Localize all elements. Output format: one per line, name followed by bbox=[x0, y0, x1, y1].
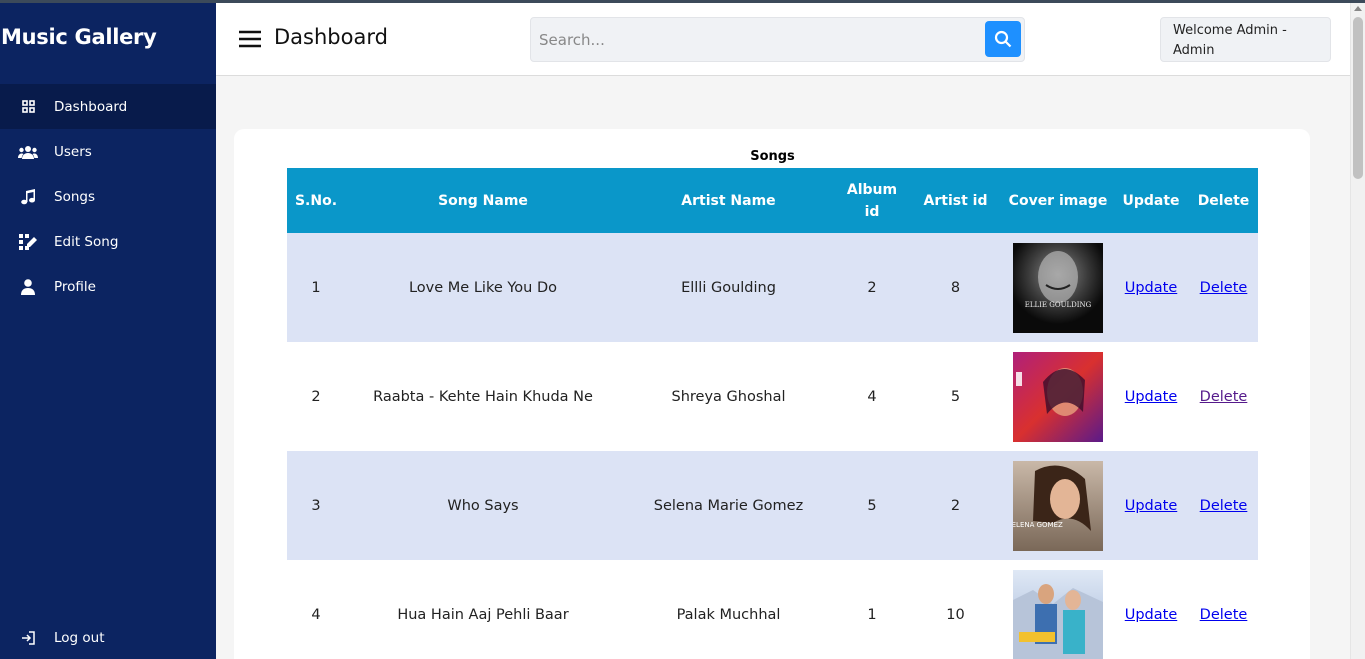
update-link[interactable]: Update bbox=[1125, 498, 1178, 514]
table-row: 2 Raabta - Kehte Hain Khuda Ne Shreya Gh… bbox=[287, 342, 1258, 451]
cover-image: SELENA GOMEZ bbox=[1013, 460, 1103, 551]
cell-album-id: 1 bbox=[836, 560, 908, 659]
search-box bbox=[530, 17, 1025, 62]
delete-link[interactable]: Delete bbox=[1200, 389, 1248, 405]
cell-artist-name: Ellli Goulding bbox=[621, 233, 836, 342]
cover-image bbox=[1013, 351, 1103, 442]
cell-artist-id: 8 bbox=[908, 233, 1003, 342]
sidebar-item-songs[interactable]: Songs bbox=[0, 174, 216, 219]
scroll-thumb[interactable] bbox=[1353, 17, 1363, 179]
col-header-cover-image: Cover image bbox=[1003, 168, 1113, 233]
table-row: 3 Who Says Selena Marie Gomez 5 2 SELENA… bbox=[287, 451, 1258, 560]
cell-sno: 1 bbox=[287, 233, 345, 342]
hamburger-menu-icon[interactable] bbox=[238, 27, 262, 51]
col-header-song-name: Song Name bbox=[345, 168, 621, 233]
cover-text: SELENA GOMEZ bbox=[1013, 521, 1063, 529]
cell-cover-image bbox=[1003, 342, 1113, 451]
sidebar-item-edit-song[interactable]: Edit Song bbox=[0, 219, 216, 264]
search-input[interactable] bbox=[539, 27, 969, 53]
search-icon bbox=[994, 30, 1012, 48]
cell-delete: Delete bbox=[1189, 451, 1258, 560]
cover-image bbox=[1013, 569, 1103, 659]
cell-delete: Delete bbox=[1189, 342, 1258, 451]
sidebar-item-label: Users bbox=[54, 143, 92, 160]
table-row: 4 Hua Hain Aaj Pehli Baar Palak Muchhal … bbox=[287, 560, 1258, 659]
cell-update: Update bbox=[1113, 342, 1189, 451]
logout-label: Log out bbox=[54, 629, 105, 646]
cell-song-name: Raabta - Kehte Hain Khuda Ne bbox=[345, 342, 621, 451]
user-icon bbox=[18, 277, 38, 297]
col-header-artist-id: Artist id bbox=[908, 168, 1003, 233]
cell-album-id: 4 bbox=[836, 342, 908, 451]
brand-title: Music Gallery bbox=[1, 25, 157, 49]
window-top-border bbox=[0, 0, 1365, 3]
sidebar-item-label: Songs bbox=[54, 188, 95, 205]
users-icon bbox=[18, 142, 38, 162]
delete-link[interactable]: Delete bbox=[1200, 607, 1248, 623]
update-link[interactable]: Update bbox=[1125, 389, 1178, 405]
cell-sno: 4 bbox=[287, 560, 345, 659]
cell-update: Update bbox=[1113, 451, 1189, 560]
cell-song-name: Love Me Like You Do bbox=[345, 233, 621, 342]
edit-song-icon bbox=[18, 232, 38, 252]
welcome-user[interactable]: Welcome Admin - Admin bbox=[1160, 17, 1331, 62]
cell-cover-image: ELLIE GOULDING bbox=[1003, 233, 1113, 342]
cell-artist-name: Shreya Ghoshal bbox=[621, 342, 836, 451]
cell-artist-id: 10 bbox=[908, 560, 1003, 659]
logout-button[interactable]: Log out bbox=[0, 615, 216, 659]
table-row: 1 Love Me Like You Do Ellli Goulding 2 8… bbox=[287, 233, 1258, 342]
cell-sno: 3 bbox=[287, 451, 345, 560]
col-header-sno: S.No. bbox=[287, 168, 345, 233]
col-header-update: Update bbox=[1113, 168, 1189, 233]
delete-link[interactable]: Delete bbox=[1200, 280, 1248, 296]
cell-album-id: 5 bbox=[836, 451, 908, 560]
sidebar-item-users[interactable]: Users bbox=[0, 129, 216, 174]
cell-artist-name: Palak Muchhal bbox=[621, 560, 836, 659]
cell-song-name: Who Says bbox=[345, 451, 621, 560]
col-header-album-id: Album id bbox=[836, 168, 908, 233]
sidebar-item-label: Edit Song bbox=[54, 233, 119, 250]
cell-delete: Delete bbox=[1189, 233, 1258, 342]
table-header-row: S.No. Song Name Artist Name Album id Art… bbox=[287, 168, 1258, 233]
col-header-artist-name: Artist Name bbox=[621, 168, 836, 233]
page-title: Dashboard bbox=[274, 25, 388, 49]
cell-sno: 2 bbox=[287, 342, 345, 451]
cell-artist-id: 2 bbox=[908, 451, 1003, 560]
col-header-delete: Delete bbox=[1189, 168, 1258, 233]
cell-artist-name: Selena Marie Gomez bbox=[621, 451, 836, 560]
scroll-up-arrow-icon[interactable] bbox=[1354, 6, 1362, 11]
sidebar-nav: Dashboard Users Songs Edit Song Profile bbox=[0, 84, 216, 309]
update-link[interactable]: Update bbox=[1125, 607, 1178, 623]
cell-cover-image: SELENA GOMEZ bbox=[1003, 451, 1113, 560]
top-header: Dashboard Welcome Admin - Admin bbox=[216, 3, 1350, 76]
cell-update: Update bbox=[1113, 560, 1189, 659]
update-link[interactable]: Update bbox=[1125, 280, 1178, 296]
logout-icon bbox=[18, 628, 38, 648]
sidebar-item-profile[interactable]: Profile bbox=[0, 264, 216, 309]
sidebar-item-label: Dashboard bbox=[54, 98, 128, 115]
cell-album-id: 2 bbox=[836, 233, 908, 342]
delete-link[interactable]: Delete bbox=[1200, 498, 1248, 514]
music-note-icon bbox=[18, 187, 38, 207]
page-scrollbar[interactable] bbox=[1350, 3, 1365, 659]
cell-update: Update bbox=[1113, 233, 1189, 342]
cell-song-name: Hua Hain Aaj Pehli Baar bbox=[345, 560, 621, 659]
cover-text: ELLIE GOULDING bbox=[1025, 301, 1092, 309]
cell-cover-image bbox=[1003, 560, 1113, 659]
sidebar-item-dashboard[interactable]: Dashboard bbox=[0, 84, 216, 129]
songs-table: S.No. Song Name Artist Name Album id Art… bbox=[287, 168, 1258, 659]
search-button[interactable] bbox=[985, 21, 1021, 57]
cell-artist-id: 5 bbox=[908, 342, 1003, 451]
sidebar: Music Gallery Dashboard Users Songs Edit… bbox=[0, 3, 216, 659]
cell-delete: Delete bbox=[1189, 560, 1258, 659]
sidebar-item-label: Profile bbox=[54, 278, 96, 295]
grid-icon bbox=[18, 97, 38, 117]
table-caption: Songs bbox=[750, 149, 795, 164]
cover-image: ELLIE GOULDING bbox=[1013, 242, 1103, 333]
